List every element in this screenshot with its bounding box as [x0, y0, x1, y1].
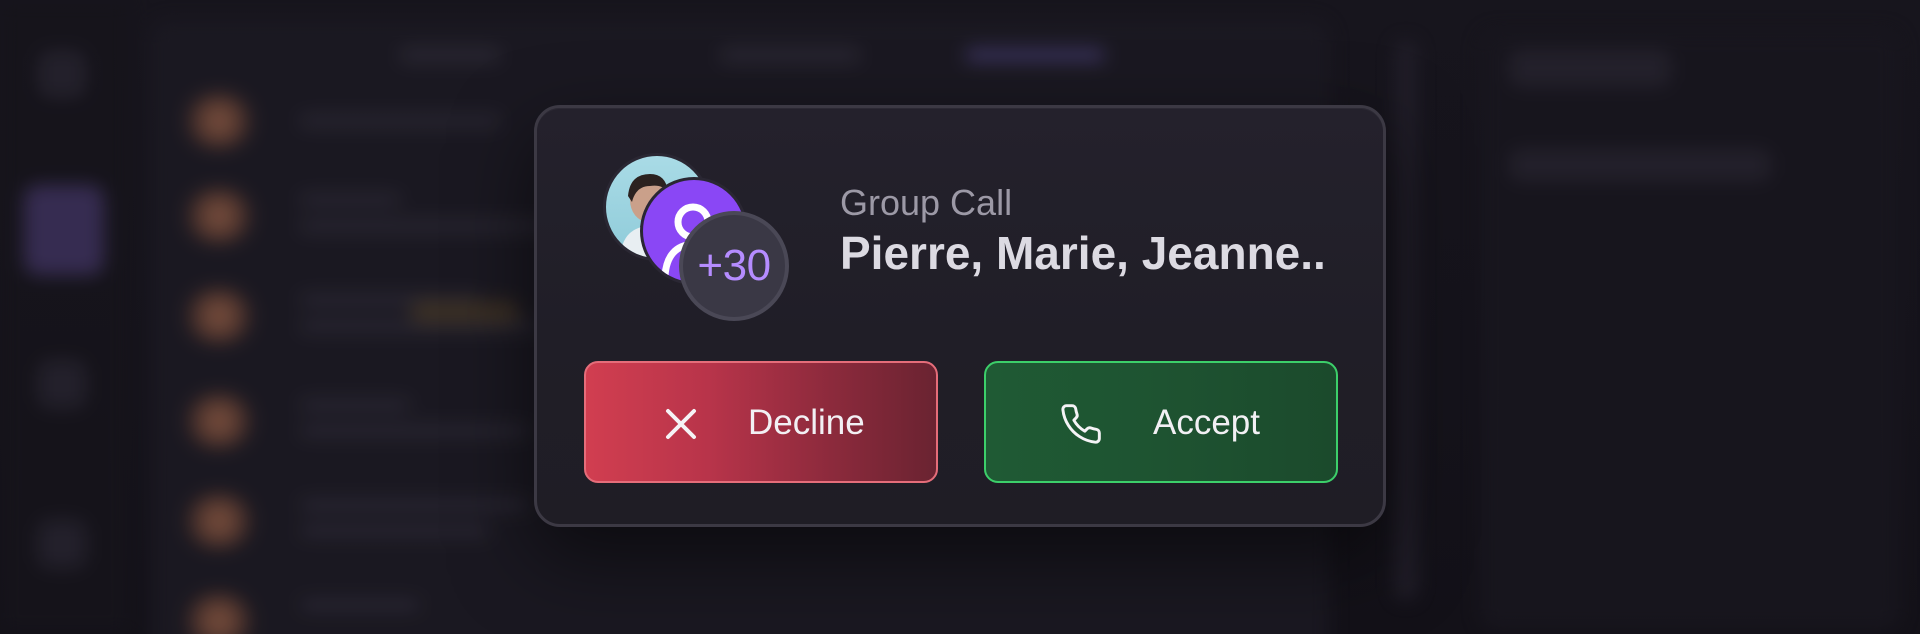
- background-side-panel: [1480, 30, 1900, 630]
- background-tabs: [240, 38, 1140, 72]
- incoming-call-screen: +30 Group Call Pierre, Marie, Jeanne.. D…: [0, 0, 1920, 634]
- background-rail-item: [38, 50, 86, 98]
- participant-avatar-stack: +30: [603, 153, 803, 321]
- close-icon: [658, 401, 704, 447]
- decline-button[interactable]: Decline: [584, 361, 938, 483]
- background-tab: [965, 48, 1105, 62]
- background-avatar: [180, 593, 258, 634]
- background-row: [180, 585, 700, 634]
- additional-participants-count: +30: [679, 211, 789, 321]
- accept-button-label: Accept: [1153, 403, 1260, 442]
- background-line: [300, 425, 530, 437]
- background-scrollbar: [1395, 40, 1417, 600]
- accept-button[interactable]: Accept: [984, 361, 1338, 483]
- background-avatar: [180, 93, 258, 149]
- call-type-label: Group Call: [840, 182, 1013, 223]
- background-line: [300, 599, 420, 611]
- background-line: [300, 525, 490, 537]
- background-line: [300, 499, 530, 511]
- background-tab: [720, 48, 860, 62]
- background-nav-rail: [0, 0, 130, 634]
- background-glow: [410, 300, 520, 324]
- background-chip: [1510, 150, 1770, 180]
- background-avatar: [180, 393, 258, 449]
- background-avatar: [180, 188, 258, 244]
- decline-button-label: Decline: [748, 403, 865, 442]
- background-line: [300, 194, 400, 206]
- call-info: Group Call Pierre, Marie, Jeanne..: [840, 182, 1360, 280]
- background-tab: [400, 48, 500, 62]
- background-chip: [1510, 50, 1670, 86]
- incoming-call-card: +30 Group Call Pierre, Marie, Jeanne.. D…: [534, 105, 1386, 527]
- background-line: [300, 399, 410, 411]
- background-line: [300, 115, 500, 127]
- background-avatar: [180, 493, 258, 549]
- background-rail-item: [38, 520, 86, 568]
- background-line: [300, 220, 560, 232]
- background-rail-item: [24, 185, 104, 275]
- phone-icon: [1058, 401, 1104, 447]
- background-avatar: [180, 288, 258, 344]
- call-participants-names: Pierre, Marie, Jeanne..: [840, 227, 1326, 279]
- background-rail-item: [38, 360, 86, 408]
